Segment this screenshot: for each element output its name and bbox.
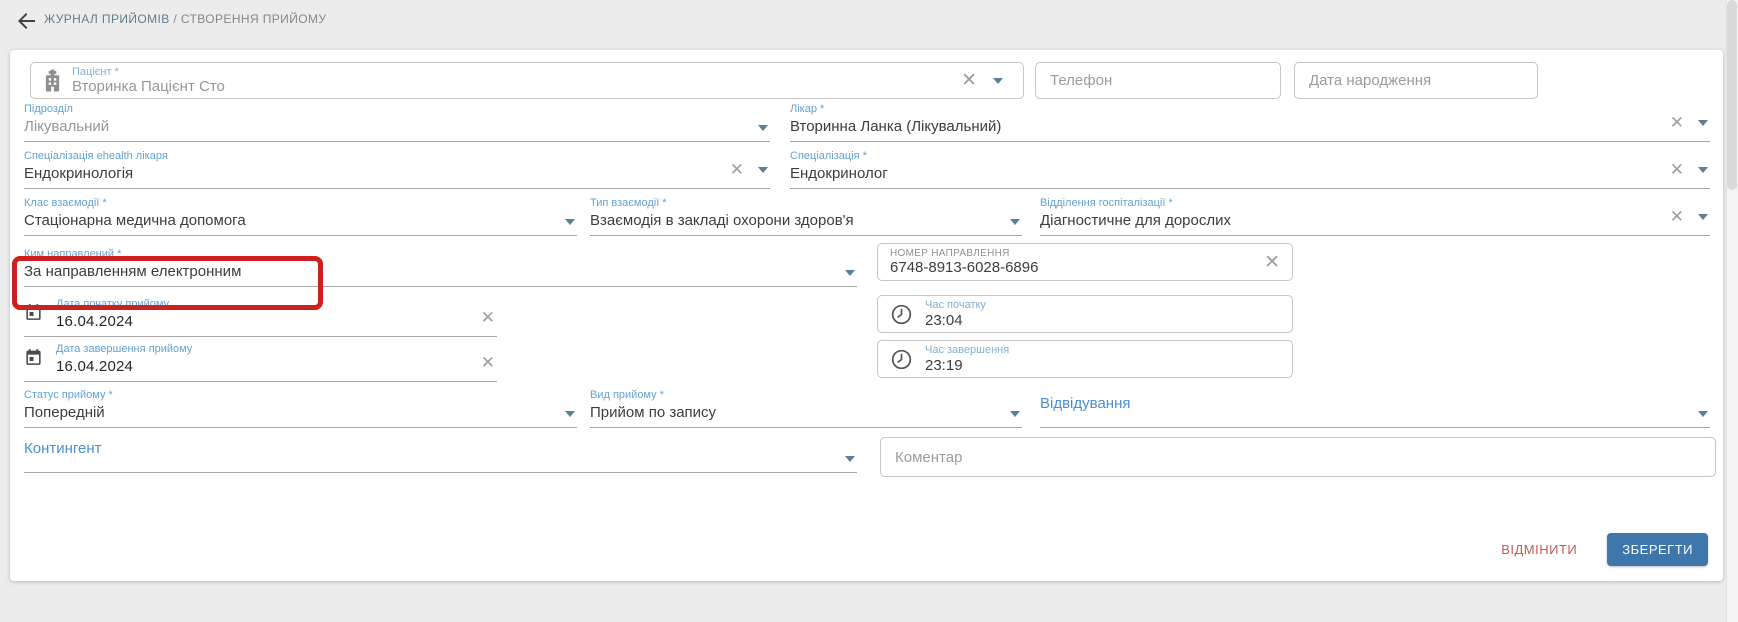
appointment-kind-field[interactable]: Вид прийому * Прийом по запису: [590, 387, 1022, 428]
chevron-down-icon[interactable]: [758, 167, 768, 173]
form-actions: ВІДМІНИТИ ЗБЕРЕГТИ: [1501, 533, 1708, 566]
chevron-down-icon[interactable]: [993, 78, 1003, 84]
chevron-down-icon[interactable]: [758, 125, 768, 131]
chevron-down-icon[interactable]: [845, 270, 855, 276]
end-time-field[interactable]: Час завершення 23:19: [877, 340, 1293, 378]
start-date-label: Дата початку прийому: [56, 296, 497, 312]
chevron-down-icon[interactable]: [1010, 219, 1020, 225]
specialization-value: Ендокринолог: [790, 165, 1710, 182]
chevron-down-icon[interactable]: [565, 219, 575, 225]
chevron-down-icon[interactable]: [1698, 411, 1708, 417]
chevron-down-icon[interactable]: [565, 411, 575, 417]
chevron-down-icon[interactable]: [1010, 411, 1020, 417]
interaction-class-label: Клас взаємодії *: [24, 195, 577, 211]
clear-icon[interactable]: ✕: [1264, 253, 1280, 272]
patient-field[interactable]: Пацієнт * Вторинка Пацієнт Сто ✕: [30, 62, 1024, 99]
birth-date-input[interactable]: [1295, 63, 1537, 98]
clock-icon: [890, 348, 913, 371]
subdivision-field[interactable]: Підрозділ Лікувальний: [24, 101, 770, 142]
clear-icon[interactable]: ✕: [481, 354, 495, 371]
breadcrumb-journal[interactable]: ЖУРНАЛ ПРИЙОМІВ: [44, 12, 170, 26]
doctor-field[interactable]: Лікар * Вторинна Ланка (Лікувальний) ✕: [790, 101, 1710, 142]
status-label: Статус прийому *: [24, 387, 577, 403]
clear-icon[interactable]: ✕: [1670, 161, 1684, 178]
clear-icon[interactable]: ✕: [730, 161, 744, 178]
doctor-value: Вторинна Ланка (Лікувальний): [790, 118, 1710, 135]
end-date-label: Дата завершення прийому: [56, 341, 497, 357]
save-button[interactable]: ЗБЕРЕГТИ: [1607, 533, 1708, 566]
referred-by-field[interactable]: Ким направлений * За направленням електр…: [24, 246, 857, 287]
birth-date-field[interactable]: [1294, 62, 1538, 99]
start-time-value: 23:04: [925, 312, 986, 329]
clock-icon: [890, 303, 913, 326]
appointment-kind-value: Прийом по запису: [590, 404, 1022, 421]
interaction-type-value: Взаємодія в закладі охорони здоров'я: [590, 212, 1022, 229]
hospitalization-department-field[interactable]: Відділення госпіталізації * Діагностичне…: [1040, 195, 1710, 236]
scrollbar-thumb[interactable]: [1727, 0, 1737, 190]
subdivision-label: Підрозділ: [24, 101, 770, 117]
specialization-label: Спеціалізація *: [790, 148, 1710, 164]
calendar-icon[interactable]: [24, 302, 43, 327]
hospitalization-department-value: Діагностичне для дорослих: [1040, 212, 1710, 229]
contingent-field[interactable]: Контингент: [24, 432, 857, 473]
appointment-form-card: Пацієнт * Вторинка Пацієнт Сто ✕ Підрозд…: [10, 50, 1723, 581]
comment-input[interactable]: [881, 438, 1715, 476]
referral-number-value: 6748-8913-6028-6896: [890, 259, 1038, 276]
referred-by-label: Ким направлений *: [24, 246, 857, 262]
start-date-field[interactable]: Дата початку прийому 16.04.2024 ✕: [24, 296, 497, 337]
referral-number-label: НОМЕР НАПРАВЛЕННЯ: [890, 248, 1038, 260]
end-time-label: Час завершення: [925, 344, 1009, 357]
status-value: Попередній: [24, 404, 577, 421]
calendar-icon[interactable]: [24, 347, 43, 372]
patient-value: Вторинка Пацієнт Сто: [72, 78, 225, 95]
chevron-down-icon[interactable]: [845, 456, 855, 462]
chevron-down-icon[interactable]: [1698, 167, 1708, 173]
comment-field[interactable]: [880, 437, 1716, 477]
referral-number-field[interactable]: НОМЕР НАПРАВЛЕННЯ 6748-8913-6028-6896 ✕: [877, 243, 1293, 281]
chevron-down-icon[interactable]: [1698, 120, 1708, 126]
end-date-field[interactable]: Дата завершення прийому 16.04.2024 ✕: [24, 341, 497, 382]
interaction-class-value: Стаціонарна медична допомога: [24, 212, 577, 229]
visit-label: Відвідування: [1040, 395, 1710, 412]
doctor-label: Лікар *: [790, 101, 1710, 117]
interaction-class-field[interactable]: Клас взаємодії * Стаціонарна медична доп…: [24, 195, 577, 236]
back-button[interactable]: [14, 9, 38, 33]
status-field[interactable]: Статус прийому * Попередній: [24, 387, 577, 428]
clear-icon[interactable]: ✕: [481, 309, 495, 326]
ehealth-specialization-value: Ендокринологія: [24, 165, 770, 182]
patient-label: Пацієнт *: [72, 66, 225, 79]
top-bar: ЖУРНАЛ ПРИЙОМІВ / СТВОРЕННЯ ПРИЙОМУ: [0, 0, 1738, 42]
hospitalization-department-label: Відділення госпіталізації *: [1040, 195, 1710, 211]
start-date-value: 16.04.2024: [56, 313, 497, 330]
visit-field[interactable]: Відвідування: [1040, 387, 1710, 428]
interaction-type-field[interactable]: Тип взаємодії * Взаємодія в закладі охор…: [590, 195, 1022, 236]
subdivision-value: Лікувальний: [24, 118, 770, 135]
breadcrumb: ЖУРНАЛ ПРИЙОМІВ / СТВОРЕННЯ ПРИЙОМУ: [44, 12, 326, 26]
breadcrumb-current: СТВОРЕННЯ ПРИЙОМУ: [181, 12, 327, 26]
end-date-value: 16.04.2024: [56, 358, 497, 375]
ehealth-specialization-label: Спеціалізація ehealth лікаря: [24, 148, 770, 164]
phone-field[interactable]: [1035, 62, 1281, 99]
hospital-icon: [43, 69, 62, 93]
start-time-field[interactable]: Час початку 23:04: [877, 295, 1293, 333]
appointment-kind-label: Вид прийому *: [590, 387, 1022, 403]
referred-by-value: За направленням електронним: [24, 263, 857, 280]
specialization-field[interactable]: Спеціалізація * Ендокринолог ✕: [790, 148, 1710, 189]
start-time-label: Час початку: [925, 299, 986, 312]
ehealth-specialization-field[interactable]: Спеціалізація ehealth лікаря Ендокриноло…: [24, 148, 770, 189]
phone-input[interactable]: [1036, 63, 1280, 98]
breadcrumb-separator: /: [173, 12, 180, 26]
arrow-left-icon: [14, 9, 38, 33]
end-time-value: 23:19: [925, 357, 1009, 374]
interaction-type-label: Тип взаємодії *: [590, 195, 1022, 211]
chevron-down-icon[interactable]: [1698, 214, 1708, 220]
cancel-button[interactable]: ВІДМІНИТИ: [1501, 542, 1577, 557]
clear-icon[interactable]: ✕: [1670, 114, 1684, 131]
clear-icon[interactable]: ✕: [961, 71, 977, 90]
scrollbar[interactable]: [1726, 0, 1738, 622]
contingent-label: Контингент: [24, 440, 857, 457]
clear-icon[interactable]: ✕: [1670, 208, 1684, 225]
